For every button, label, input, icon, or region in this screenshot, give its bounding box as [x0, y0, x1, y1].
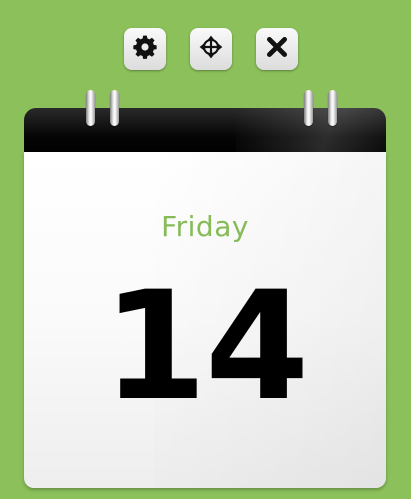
binder-ring: [86, 90, 95, 126]
move-button[interactable]: [190, 28, 232, 70]
calendar-widget[interactable]: Friday 14 2013-06: [24, 90, 386, 488]
binder-ring: [110, 90, 119, 126]
close-x-icon: [264, 34, 290, 64]
settings-button[interactable]: [124, 28, 166, 70]
day-number: 14: [102, 260, 310, 434]
widget-toolbar: [124, 28, 306, 74]
calendar-page: Friday 14 2013-06: [24, 152, 386, 488]
weekday-label: Friday: [161, 210, 249, 243]
binder-ring: [304, 90, 313, 126]
move-arrows-icon: [198, 34, 224, 64]
binder-ring: [328, 90, 337, 126]
close-button[interactable]: [256, 28, 298, 70]
gear-icon: [132, 34, 158, 64]
